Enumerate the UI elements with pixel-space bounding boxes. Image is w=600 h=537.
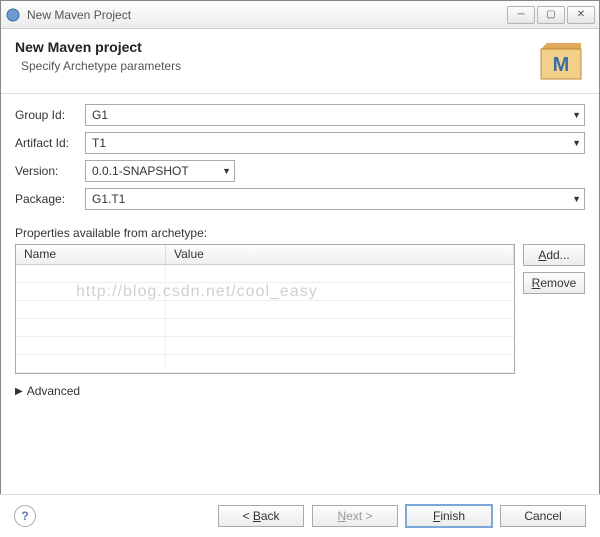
dialog-header: New Maven project Specify Archetype para… — [1, 29, 599, 94]
form-area: Group Id: ▼ Artifact Id: ▼ Version: ▼ Pa… — [1, 94, 599, 220]
close-button[interactable]: ✕ — [567, 6, 595, 24]
properties-table[interactable]: Name Value http://blog.csdn.net/cool_eas… — [15, 244, 515, 374]
properties-label: Properties available from archetype: — [15, 226, 585, 240]
artifact-id-label: Artifact Id: — [15, 136, 85, 150]
finish-button[interactable]: Finish — [406, 505, 492, 527]
table-row[interactable] — [16, 337, 514, 355]
remove-button[interactable]: Remove — [523, 272, 585, 294]
dialog-footer: ? < Back Next > Finish Cancel — [0, 494, 600, 537]
advanced-label: Advanced — [27, 384, 80, 398]
app-icon — [5, 7, 21, 23]
maximize-button[interactable]: ▢ — [537, 6, 565, 24]
table-row[interactable] — [16, 355, 514, 373]
group-id-field[interactable] — [85, 104, 585, 126]
maven-icon: M — [537, 39, 585, 83]
window-title: New Maven Project — [27, 8, 507, 22]
page-title: New Maven project — [15, 39, 527, 55]
table-row[interactable] — [16, 301, 514, 319]
table-header: Name Value — [16, 245, 514, 265]
table-row[interactable] — [16, 265, 514, 283]
titlebar: New Maven Project ─ ▢ ✕ — [1, 1, 599, 29]
group-id-label: Group Id: — [15, 108, 85, 122]
help-button[interactable]: ? — [14, 505, 36, 527]
watermark-text: http://blog.csdn.net/cool_easy — [76, 283, 318, 301]
artifact-id-field[interactable] — [85, 132, 585, 154]
package-field[interactable] — [85, 188, 585, 210]
table-row[interactable] — [16, 319, 514, 337]
column-name[interactable]: Name — [16, 245, 166, 264]
back-button[interactable]: < Back — [218, 505, 304, 527]
svg-text:M: M — [553, 54, 570, 76]
version-label: Version: — [15, 164, 85, 178]
properties-area: Name Value http://blog.csdn.net/cool_eas… — [1, 244, 599, 374]
version-field[interactable] — [85, 160, 235, 182]
cancel-button[interactable]: Cancel — [500, 505, 586, 527]
next-button: Next > — [312, 505, 398, 527]
window-controls: ─ ▢ ✕ — [507, 6, 595, 24]
column-value[interactable]: Value — [166, 245, 514, 264]
triangle-right-icon: ▶ — [15, 386, 23, 397]
package-label: Package: — [15, 192, 85, 206]
add-button[interactable]: Add... — [523, 244, 585, 266]
minimize-button[interactable]: ─ — [507, 6, 535, 24]
page-subtitle: Specify Archetype parameters — [21, 59, 527, 73]
advanced-expander[interactable]: ▶ Advanced — [1, 374, 599, 402]
